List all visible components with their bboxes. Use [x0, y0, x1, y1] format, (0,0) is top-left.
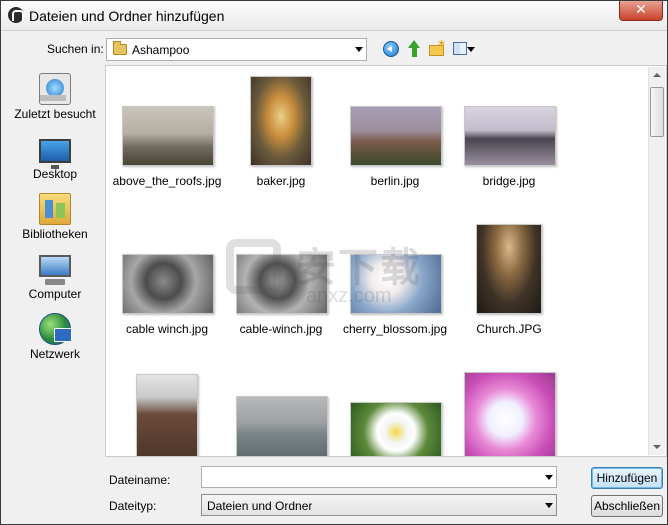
vertical-scrollbar[interactable] [648, 67, 665, 455]
new-folder-button[interactable]: ✶ [427, 38, 447, 59]
look-in-dropdown[interactable]: Ashampoo [106, 38, 367, 61]
filetype-value: Dateien und Ordner [207, 499, 313, 513]
place-label: Bibliotheken [22, 227, 88, 241]
file-thumbnail [122, 106, 214, 166]
file-thumbnail [250, 76, 312, 166]
app-logo-icon [8, 7, 24, 23]
chevron-down-icon[interactable] [545, 503, 553, 508]
look-in-value: Ashampoo [132, 43, 190, 57]
file-name: cable winch.jpg [125, 322, 209, 336]
file-item[interactable]: baker.jpg [224, 66, 338, 206]
look-in-label: Suchen in: [47, 42, 104, 56]
filename-input[interactable] [204, 469, 534, 485]
filetype-label: Dateityp: [109, 499, 157, 513]
file-thumbnail [350, 254, 442, 314]
file-item[interactable] [224, 366, 338, 456]
file-name: above_the_roofs.jpg [112, 174, 222, 188]
filename-label: Dateiname: [109, 473, 171, 487]
chevron-down-icon[interactable] [355, 47, 363, 52]
file-thumbnail [350, 402, 442, 456]
view-menu-icon [453, 42, 467, 55]
file-item[interactable] [338, 366, 452, 456]
scrollbar-thumb[interactable] [650, 87, 664, 137]
file-name: berlin.jpg [370, 174, 420, 188]
file-dialog: Dateien und Ordner hinzufügen ✕ Suchen i… [0, 0, 668, 525]
back-arrow-icon [383, 41, 399, 57]
view-menu-button[interactable] [451, 39, 477, 59]
file-item[interactable]: Church.JPG [452, 214, 566, 354]
filetype-dropdown[interactable]: Dateien und Ordner [201, 494, 557, 516]
file-item[interactable] [110, 366, 224, 456]
places-bar: Zuletzt besucht Desktop Bibliotheken Com… [7, 65, 103, 457]
filename-field[interactable] [201, 466, 557, 488]
place-label: Netzwerk [29, 347, 80, 361]
chevron-down-icon [467, 47, 475, 52]
file-item[interactable]: cherry_blossom.jpg [338, 214, 452, 354]
file-thumbnail [476, 224, 542, 314]
add-button[interactable]: Hinzufügen [591, 467, 663, 489]
file-thumbnail [236, 254, 328, 314]
place-libraries[interactable]: Bibliotheken [7, 191, 103, 247]
libraries-icon [39, 193, 71, 225]
window-title: Dateien und Ordner hinzufügen [29, 8, 225, 24]
file-thumbnail [350, 106, 442, 166]
file-item[interactable]: bridge.jpg [452, 66, 566, 206]
back-button[interactable] [381, 39, 401, 59]
title-bar[interactable]: Dateien und Ordner hinzufügen ✕ [1, 1, 667, 31]
scroll-down-icon[interactable] [649, 438, 665, 455]
file-thumbnail [464, 106, 556, 166]
file-name: cherry_blossom.jpg [342, 322, 448, 336]
up-one-level-button[interactable] [404, 39, 424, 59]
place-network[interactable]: Netzwerk [7, 311, 103, 367]
cancel-button[interactable]: Abschließen [591, 495, 663, 517]
file-item[interactable]: above_the_roofs.jpg [110, 66, 224, 206]
file-item[interactable] [452, 366, 566, 456]
file-item[interactable]: cable-winch.jpg [224, 214, 338, 354]
file-item[interactable]: cable winch.jpg [110, 214, 224, 354]
file-thumbnail [464, 372, 556, 456]
file-name: baker.jpg [256, 174, 306, 188]
chevron-down-icon[interactable] [545, 475, 553, 480]
folder-icon [113, 41, 127, 55]
file-list[interactable]: above_the_roofs.jpg baker.jpg berlin.jpg… [105, 65, 667, 457]
place-desktop[interactable]: Desktop [7, 131, 103, 187]
place-computer[interactable]: Computer [7, 251, 103, 307]
file-thumbnail [136, 374, 198, 456]
close-button[interactable]: ✕ [619, 1, 663, 21]
place-label: Desktop [32, 167, 78, 181]
place-recent[interactable]: Zuletzt besucht [7, 71, 103, 127]
computer-icon [39, 255, 71, 285]
file-name: Church.JPG [476, 322, 542, 336]
file-thumbnail [236, 396, 328, 456]
desktop-icon [39, 139, 71, 169]
place-label: Computer [28, 287, 82, 301]
file-item[interactable]: berlin.jpg [338, 66, 452, 206]
scroll-up-icon[interactable] [649, 67, 665, 84]
recent-places-icon [39, 73, 71, 105]
file-thumbnail [122, 254, 214, 314]
network-icon [39, 313, 72, 345]
file-name: cable-winch.jpg [239, 322, 323, 336]
place-label: Zuletzt besucht [14, 107, 96, 121]
file-name: bridge.jpg [482, 174, 536, 188]
